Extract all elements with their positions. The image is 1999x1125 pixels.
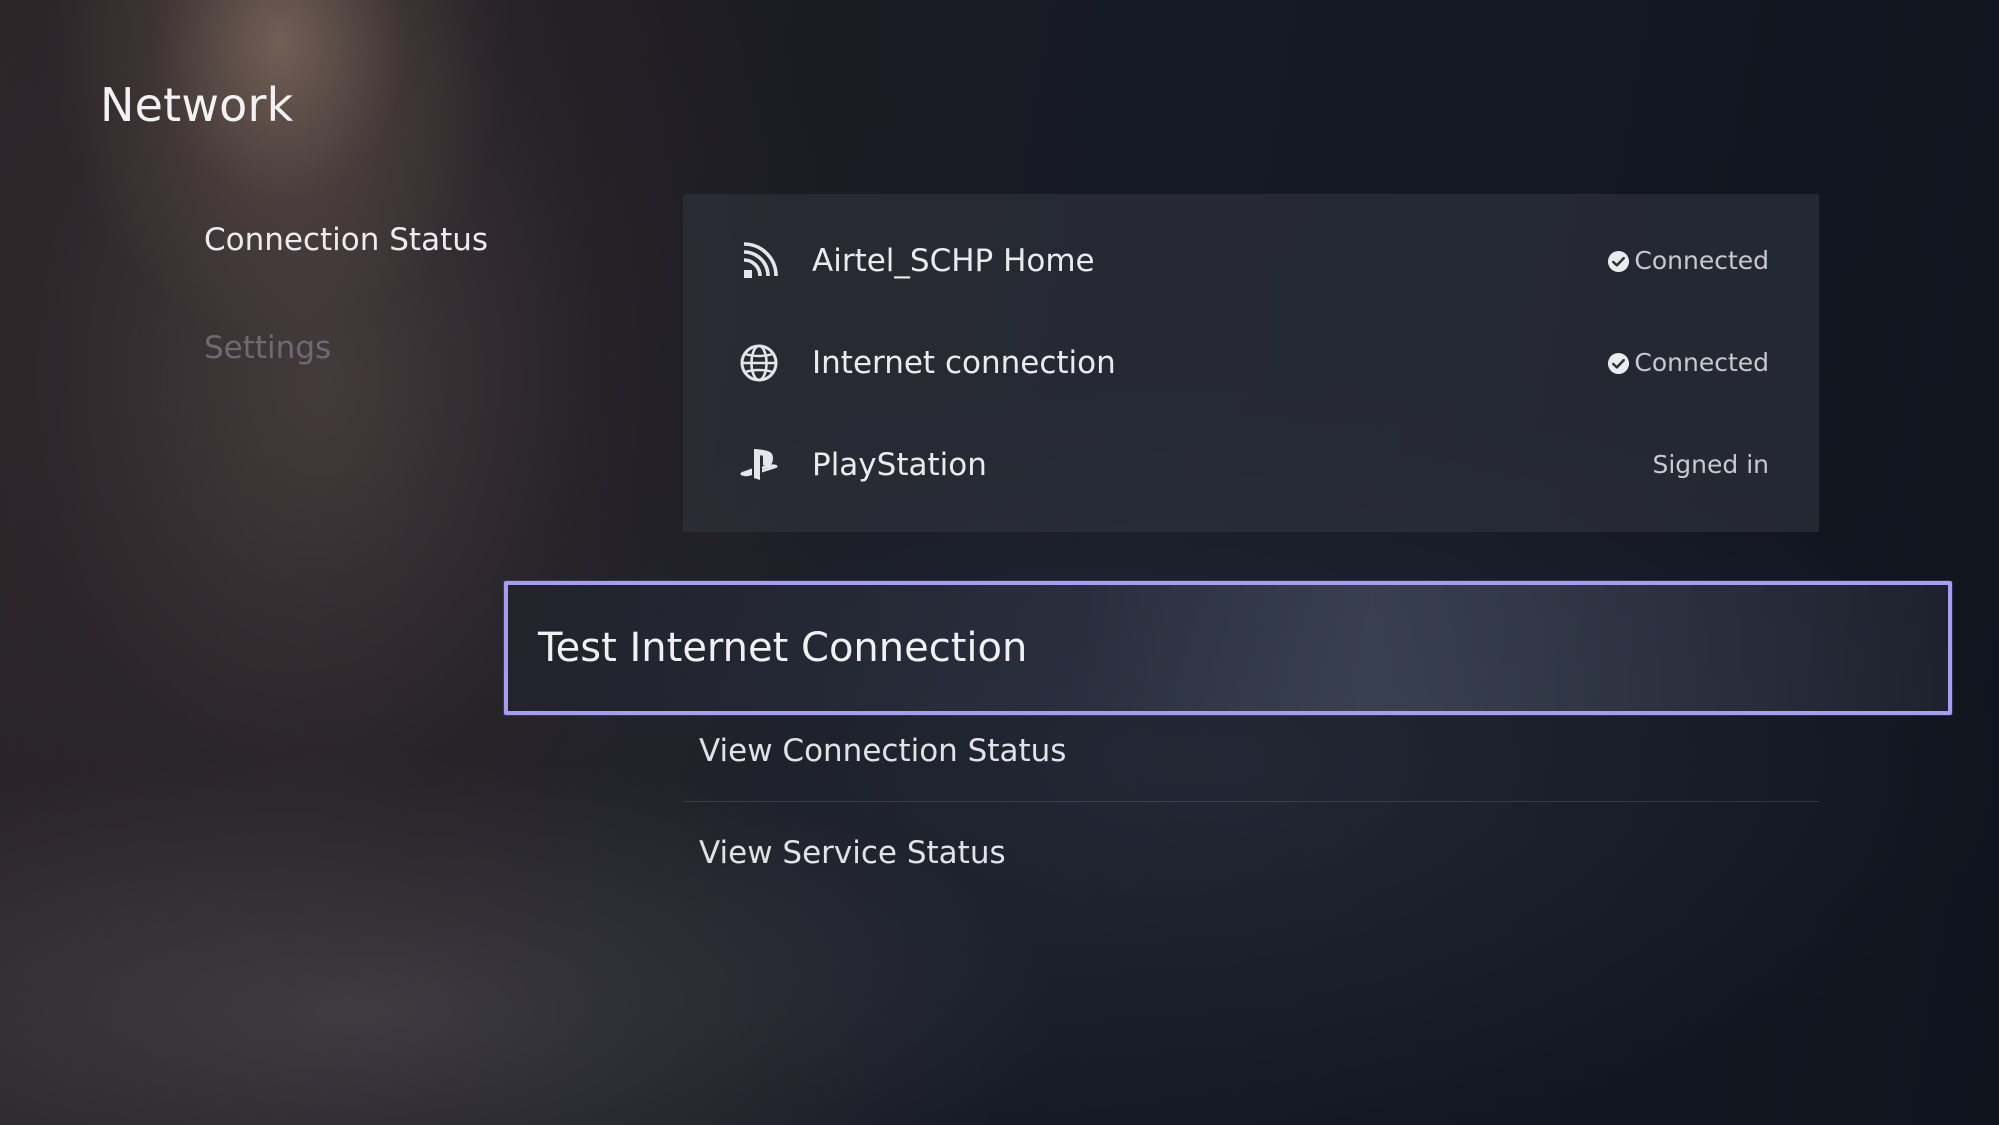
internet-connection-label: Internet connection <box>812 345 1116 381</box>
status-row-internet: Internet connection Connected <box>683 328 1819 398</box>
side-menu-item-connection-status[interactable]: Connection Status <box>204 218 564 262</box>
check-circle-icon <box>1608 250 1630 272</box>
playstation-status: Signed in <box>1652 430 1769 500</box>
wifi-icon <box>739 241 779 281</box>
side-menu-item-settings[interactable]: Settings <box>204 326 564 370</box>
divider <box>683 801 1819 802</box>
network-screen: Network Connection Status Settings Airte… <box>0 0 1999 1125</box>
globe-icon <box>739 343 779 383</box>
test-internet-connection-label: Test Internet Connection <box>538 625 1028 671</box>
status-row-wifi: Airtel_SCHP Home Connected <box>683 226 1819 296</box>
playstation-label: PlayStation <box>812 447 987 483</box>
connection-status-panel: Airtel_SCHP Home Connected Internet conn… <box>683 194 1819 532</box>
status-row-playstation: PlayStation Signed in <box>683 430 1819 500</box>
network-name: Airtel_SCHP Home <box>812 243 1095 279</box>
internet-status: Connected <box>1607 328 1769 398</box>
page-title: Network <box>100 78 294 132</box>
view-service-status-button[interactable]: View Service Status <box>683 803 1819 903</box>
test-internet-connection-button[interactable]: Test Internet Connection <box>504 581 1952 715</box>
view-connection-status-button[interactable]: View Connection Status <box>683 701 1819 801</box>
wifi-status-text: Connected <box>1634 246 1769 275</box>
view-connection-status-label: View Connection Status <box>699 733 1067 769</box>
internet-status-text: Connected <box>1634 348 1769 377</box>
playstation-status-text: Signed in <box>1652 450 1769 479</box>
side-menu: Connection Status Settings <box>204 218 564 434</box>
playstation-icon <box>739 445 779 485</box>
wifi-status: Connected <box>1607 226 1769 296</box>
view-service-status-label: View Service Status <box>699 835 1006 871</box>
check-circle-icon <box>1608 352 1630 374</box>
